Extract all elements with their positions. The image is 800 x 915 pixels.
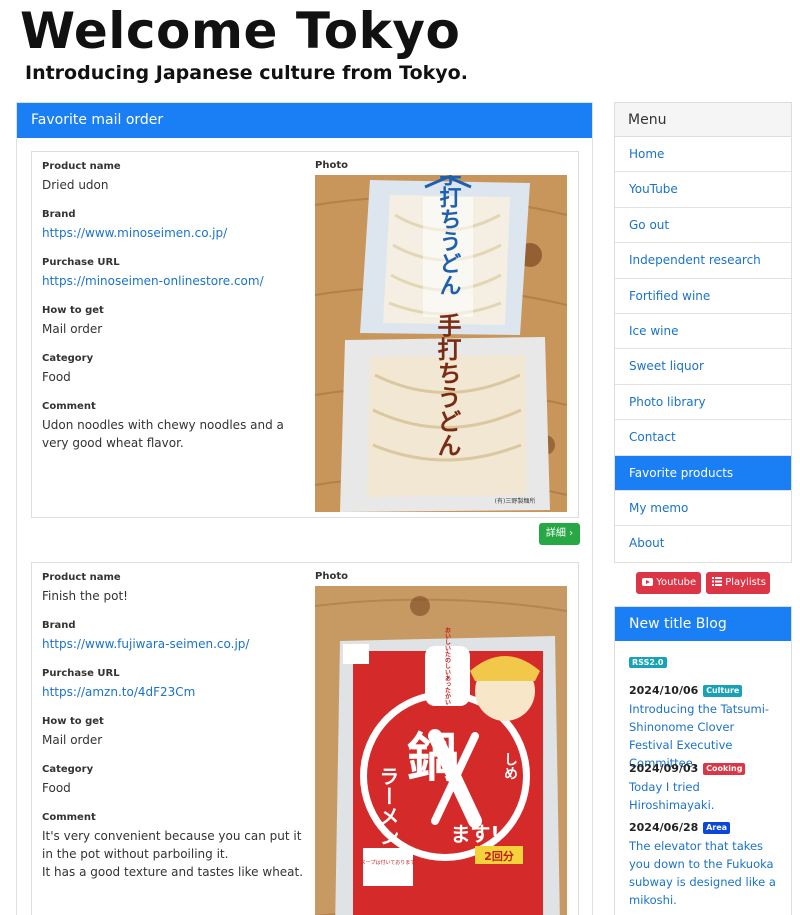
menu-item-my-memo[interactable]: My memo bbox=[615, 491, 791, 527]
brand-link[interactable]: https://www.fujiwara-seimen.co.jp/ bbox=[42, 635, 304, 653]
sidebar-menu: Menu Home YouTube Go out Independent res… bbox=[614, 102, 792, 563]
blog-entry-date: 2024/10/06 bbox=[629, 684, 699, 697]
how-to-get-value: Mail order bbox=[42, 733, 103, 747]
detail-button[interactable]: 詳細 › bbox=[539, 523, 580, 545]
photo-masu-text: ます! bbox=[450, 822, 499, 846]
favorite-mail-order-card: Favorite mail order Product name Dried ud… bbox=[16, 102, 593, 915]
blog-entry: 2024/10/06 Culture Introducing the Tatsu… bbox=[629, 683, 779, 772]
menu-item-photo-library[interactable]: Photo library bbox=[615, 385, 791, 421]
blog-entry: 2024/06/28 Area The elevator that takes … bbox=[629, 820, 779, 909]
photo-soup-text: スープは付いております bbox=[361, 859, 415, 866]
menu-item-fortified-wine[interactable]: Fortified wine bbox=[615, 279, 791, 314]
purchase-url-label: Purchase URL bbox=[42, 668, 120, 679]
menu-item-contact[interactable]: Contact bbox=[615, 420, 791, 456]
product-name: Dried udon bbox=[42, 178, 109, 192]
product-name: Finish the pot! bbox=[42, 589, 128, 603]
product-fields: Product name Dried udon Brand https://www.… bbox=[42, 160, 304, 466]
product-name-label: Product name bbox=[42, 572, 121, 583]
site-title[interactable]: Welcome Tokyo bbox=[20, 2, 460, 60]
category-label: Category bbox=[42, 764, 94, 775]
menu-item-ice-wine[interactable]: Ice wine bbox=[615, 314, 791, 350]
photo-bottom-text: 手打ちうどん bbox=[433, 312, 461, 457]
category-badge: Cooking bbox=[703, 763, 746, 775]
photo-bubble-text: おいしいたのしいあったかい bbox=[444, 627, 451, 705]
menu-title: Menu bbox=[615, 103, 791, 137]
how-to-get-label: How to get bbox=[42, 716, 104, 727]
purchase-url-link[interactable]: https://minoseimen-onlinestore.com/ bbox=[42, 272, 304, 290]
comment-value: Udon noodles with chewy noodles and a ve… bbox=[42, 418, 284, 450]
blog-entry: 2024/09/03 Cooking Today I tried Hiroshi… bbox=[629, 761, 779, 814]
category-badge: Area bbox=[703, 822, 731, 834]
category-value: Food bbox=[42, 370, 71, 384]
comment-value-line-2: It has a good texture and tastes like wh… bbox=[42, 865, 304, 879]
photo-ramen-text: ラーメン bbox=[376, 766, 400, 846]
comment-value: It's very convenient because you can put… bbox=[42, 829, 302, 861]
photo-label: Photo bbox=[315, 160, 348, 171]
category-value: Food bbox=[42, 781, 71, 795]
product-name-label: Product name bbox=[42, 161, 121, 172]
menu-item-go-out[interactable]: Go out bbox=[615, 208, 791, 244]
menu-item-favorite-products[interactable]: Favorite products bbox=[615, 455, 791, 491]
brand-label: Brand bbox=[42, 620, 76, 631]
blog-title: New title Blog bbox=[615, 607, 791, 641]
playlists-button[interactable]: Playlists bbox=[706, 572, 770, 594]
menu-item-youtube[interactable]: YouTube bbox=[615, 172, 791, 208]
site-subtitle: Introducing Japanese culture from Tokyo. bbox=[25, 62, 468, 84]
product-photo-dried-udon: 手打ちうどん 手打ちうどん (有)三野製麺所 bbox=[315, 175, 567, 512]
comment-label: Comment bbox=[42, 401, 96, 412]
blog-entry-link[interactable]: Today I tried Hiroshimayaki. bbox=[629, 778, 779, 814]
menu-item-sweet-liquor[interactable]: Sweet liquor bbox=[615, 349, 791, 385]
photo-shime-text: しめ bbox=[502, 752, 518, 780]
comment-label: Comment bbox=[42, 812, 96, 823]
menu-item-home[interactable]: Home bbox=[615, 137, 791, 173]
how-to-get-label: How to get bbox=[42, 305, 104, 316]
udon-photo-image: 手打ちうどん 手打ちうどん (有)三野製麺所 bbox=[315, 175, 567, 512]
product-card: Product name Finish the pot! Brand https:/… bbox=[31, 562, 579, 915]
category-label: Category bbox=[42, 353, 94, 364]
ramen-photo-image: 鍋 しめ ます! ラーメン 2回分 スープは付いております おいしいたのしいあっ… bbox=[315, 586, 567, 915]
menu-item-independent-research[interactable]: Independent research bbox=[615, 243, 791, 279]
new-title-blog-card: New title Blog RSS2.0 2024/10/06 Culture… bbox=[614, 606, 792, 915]
product-photo-ramen: 鍋 しめ ます! ラーメン 2回分 スープは付いております おいしいたのしいあっ… bbox=[315, 586, 567, 915]
menu-item-about[interactable]: About bbox=[615, 526, 791, 561]
photo-maker-text: (有)三野製麺所 bbox=[495, 497, 536, 505]
category-badge: Culture bbox=[703, 685, 743, 697]
photo-label: Photo bbox=[315, 571, 348, 582]
blog-entry-date: 2024/06/28 bbox=[629, 821, 699, 834]
purchase-url-label: Purchase URL bbox=[42, 257, 120, 268]
photo-servings-text: 2回分 bbox=[484, 849, 514, 863]
youtube-icon bbox=[642, 578, 653, 586]
brand-label: Brand bbox=[42, 209, 76, 220]
youtube-button[interactable]: Youtube bbox=[636, 572, 701, 594]
brand-link[interactable]: https://www.minoseimen.co.jp/ bbox=[42, 224, 304, 242]
youtube-button-label: Youtube bbox=[656, 577, 697, 588]
how-to-get-value: Mail order bbox=[42, 322, 103, 336]
photo-top-text: 手打ちうどん bbox=[436, 175, 462, 296]
blog-entry-date: 2024/09/03 bbox=[629, 762, 699, 775]
list-icon bbox=[712, 577, 722, 586]
product-card: Product name Dried udon Brand https://www.… bbox=[31, 151, 579, 518]
purchase-url-link[interactable]: https://amzn.to/4dF23Cm bbox=[42, 683, 304, 701]
blog-entry-link[interactable]: The elevator that takes you down to the … bbox=[629, 837, 779, 909]
section-title: Favorite mail order bbox=[17, 103, 592, 138]
playlists-button-label: Playlists bbox=[725, 577, 766, 588]
rss-badge[interactable]: RSS2.0 bbox=[629, 657, 667, 668]
product-fields: Product name Finish the pot! Brand https:/… bbox=[42, 571, 304, 895]
